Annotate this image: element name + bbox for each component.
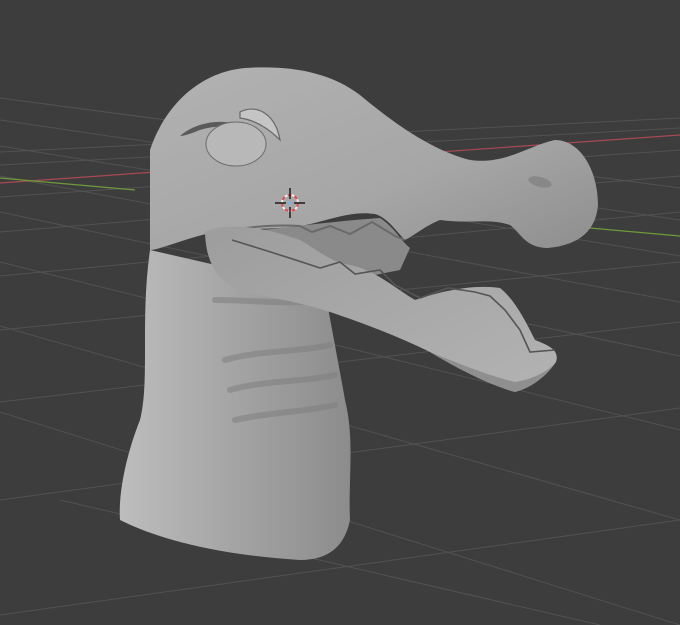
eye [205, 121, 267, 167]
y-axis-line [589, 227, 680, 237]
crocodile-model[interactable] [119, 67, 598, 560]
3d-viewport[interactable] [0, 0, 680, 625]
